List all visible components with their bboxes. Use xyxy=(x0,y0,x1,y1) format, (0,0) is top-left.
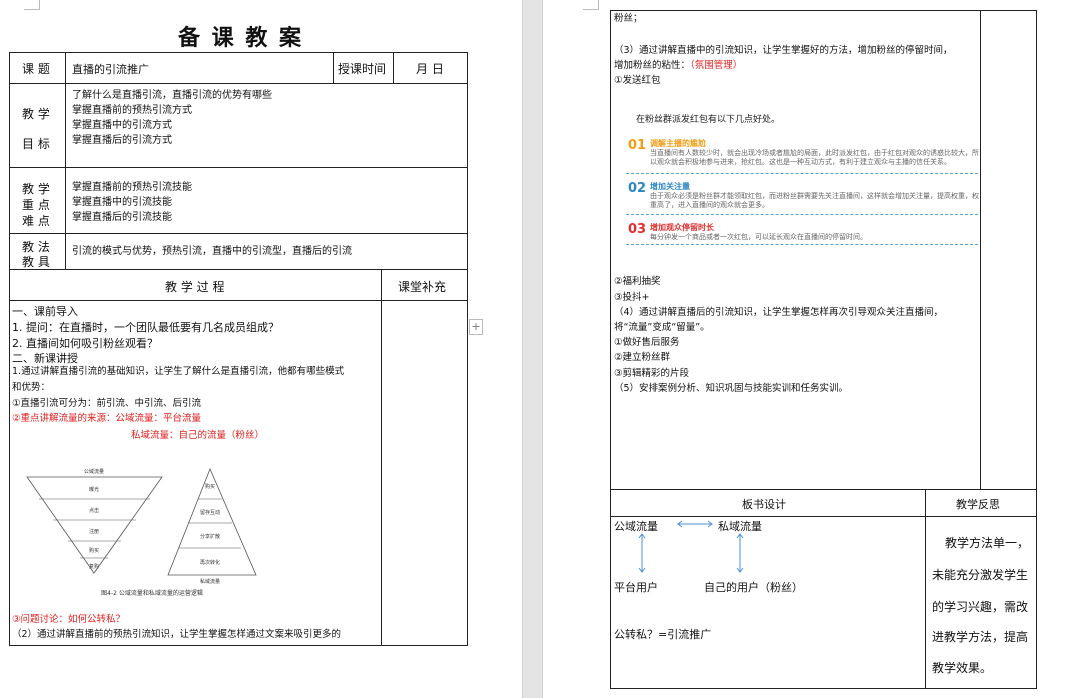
right-line: 增加粉丝的粘性：（氛围管理） xyxy=(614,58,742,73)
process-header: 教 学 过 程 xyxy=(165,280,225,294)
keypoints-label-2: 重 点 xyxy=(22,198,50,212)
time-label: 授课时间 xyxy=(338,62,387,76)
supplement-header: 课堂补充 xyxy=(398,280,447,294)
item-text: 每分钟发一个商品或者一次红包，可以延长观众在直播间的停留时间。 xyxy=(650,233,867,241)
keypoint-line: 掌握直播前的预热引流技能 xyxy=(72,182,192,193)
item-text: 由于观众必须是粉丝群才能领取红包，而进粉丝群需要先关注直播间，这样就会增加关注量… xyxy=(650,192,979,209)
goal-line: 掌握直播前的预热引流方式 xyxy=(72,105,192,116)
time-value: 月 日 xyxy=(416,62,444,76)
left-layer: 复购 xyxy=(89,563,99,570)
right-line: ②福利抽奖 xyxy=(614,276,661,287)
item-heading: 调解主播的尴尬 xyxy=(650,139,706,148)
left-layer: 点击 xyxy=(89,507,99,514)
process-line-red: 私域流量：自己的流量（粉丝） xyxy=(131,430,265,441)
reflection-header: 教学反思 xyxy=(956,498,1000,511)
figure-caption: 图4-2 公域流量和私域流量的运营逻辑 xyxy=(101,589,203,597)
process-line: （2）通过讲解直播前的预热引流知识，让学生掌握怎样通过文案来吸引更多的 xyxy=(12,629,342,640)
left-funnel-title: 公域流量 xyxy=(84,468,104,475)
board-formula: 公转私？=引流推广 xyxy=(614,628,712,641)
goal-line: 掌握直播中的引流方式 xyxy=(72,120,172,131)
right-line: （3）通过讲解直播中的引流知识，让学生掌握好的方法，增加粉丝的停留时间， xyxy=(614,45,953,56)
right-line: 粉丝； xyxy=(614,13,643,24)
goal-line: 了解什么是直播引流，直播引流的优势有哪些 xyxy=(72,90,272,101)
methods-label-2: 教 具 xyxy=(22,255,50,269)
left-layer: 购买 xyxy=(89,547,99,554)
item-text: 当直播间有人数较少时，就会出现冷场或者尴尬的局面，此时派发红包，由于红包对观众的… xyxy=(650,149,979,166)
keypoints-label-3: 难 点 xyxy=(22,214,50,228)
left-layer: 曝光 xyxy=(89,486,99,493)
process-line: 1.通过讲解直播引流的基础知识，让学生了解什么是直播引流，他都有哪些模式 xyxy=(12,366,345,377)
goal-line: 掌握直播后的引流方式 xyxy=(72,135,172,146)
right-line-red: （氛围管理） xyxy=(690,60,743,71)
process-line: 一、课前导入 xyxy=(12,305,78,318)
add-row-button[interactable]: + xyxy=(469,319,483,335)
right-line: ①发送红包 xyxy=(614,75,661,86)
right-layer: 留存互动 xyxy=(200,509,220,516)
process-line: 和优势： xyxy=(12,382,51,393)
keypoints-label-1: 教 学 xyxy=(22,182,50,196)
item-number: 01 xyxy=(628,138,647,153)
reflection-line: 教学效果。 xyxy=(932,661,993,675)
methods-text: 引流的模式与优势，预热引流，直播中的引流型，直播后的引流 xyxy=(72,246,352,257)
right-line: （5）安排案例分析、知识巩固与技能实训和任务实训。 xyxy=(614,383,849,394)
process-line-red: ②重点讲解流量的来源：公域流量：平台流量 xyxy=(12,413,202,424)
goals-label-1: 教 学 xyxy=(22,107,50,121)
reflection-line: 的学习兴趣，需改 xyxy=(932,600,1029,614)
reflection-line: 未能充分激发学生 xyxy=(932,568,1029,582)
right-line: （4）通过讲解直播后的引流知识，让学生掌握怎样再次引导观众关注直播间， xyxy=(614,307,944,318)
traffic-funnel-figure: 公域流量 曝光 点击 注册 购买 复购 购买 留存互动 分享扩散 再次转化 私域… xyxy=(26,467,257,597)
left-page: 备 课 教 案 课 题 直播的引流推广 授课时间 月 日 教 学 目 标 了解什… xyxy=(0,0,522,698)
right-line: ①做好售后服务 xyxy=(614,337,680,348)
doc-title: 备 课 教 案 xyxy=(178,26,303,51)
item-number: 03 xyxy=(628,222,647,237)
process-line: 2. 直播间如何吸引粉丝观看？ xyxy=(12,337,158,350)
topic-value: 直播的引流推广 xyxy=(72,63,149,76)
board-own-users: 自己的用户（粉丝） xyxy=(704,581,803,594)
board-header: 板书设计 xyxy=(742,498,786,511)
reflection-line: 教学方法单一， xyxy=(945,536,1030,550)
right-line: 将“流量”变成“留量”。 xyxy=(614,322,710,333)
left-layer: 注册 xyxy=(89,528,99,535)
right-line-text: 增加粉丝的粘性： xyxy=(614,60,691,71)
goals-label-2: 目 标 xyxy=(22,137,50,151)
keypoint-line: 掌握直播后的引流技能 xyxy=(72,212,172,223)
right-layer: 分享扩散 xyxy=(200,533,220,540)
reflection-line: 进教学方法，提高 xyxy=(932,630,1029,644)
process-line: 1. 提问：在直播时，一个团队最低要有几名成员组成？ xyxy=(12,321,279,334)
item-heading: 增加关注量 xyxy=(650,182,690,191)
page-gutter xyxy=(522,0,543,698)
topic-label: 课 题 xyxy=(22,62,50,76)
right-line: ②建立粉丝群 xyxy=(614,352,671,363)
right-layer: 再次转化 xyxy=(200,559,220,566)
item-number: 02 xyxy=(628,181,647,196)
board-platform-users: 平台用户 xyxy=(614,581,658,594)
keypoint-line: 掌握直播中的引流技能 xyxy=(72,197,172,208)
redpack-title: 在粉丝群派发红包有以下几点好处。 xyxy=(636,115,781,125)
board-arrows xyxy=(638,520,744,573)
right-layer: 购买 xyxy=(205,483,215,490)
item-heading: 增加观众停留时长 xyxy=(650,223,714,232)
process-line: ①直播引流可分为：前引流、中引流、后引流 xyxy=(12,398,202,409)
right-line: ③投抖+ xyxy=(614,292,650,303)
right-funnel-title: 私域流量 xyxy=(200,578,220,585)
right-line: ③剪辑精彩的片段 xyxy=(614,368,690,379)
process-line-red: ③问题讨论：如何公转私？ xyxy=(12,614,126,625)
